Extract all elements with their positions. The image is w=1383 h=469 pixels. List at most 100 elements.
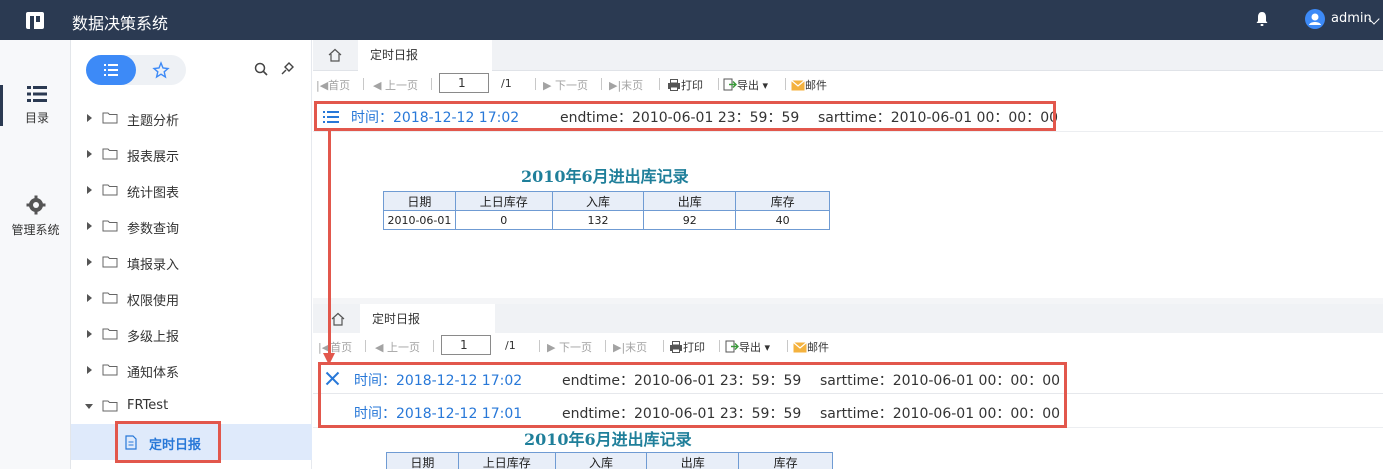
caret-right-icon[interactable] [87,258,92,266]
tree-label: 填报录入 [127,258,180,273]
next-page-button[interactable]: ▶ 下一页 [547,339,592,355]
table-cell: 132 [551,210,645,230]
prev-page-button[interactable]: ◀ 上一页 [375,339,420,355]
table-header: 日期 [383,191,456,211]
search-icon[interactable] [254,62,268,76]
table-header: 库存 [738,452,833,469]
pin-icon[interactable] [280,62,294,76]
tree-folder[interactable]: 权限使用 [71,280,312,316]
list-icon [27,86,47,102]
export-icon [723,78,737,91]
printer-icon [668,79,680,91]
list-view-button[interactable] [86,55,136,85]
tab-scheduled-report[interactable]: 定时日报 [360,304,495,335]
rail-item-directory[interactable]: 目录 [0,85,71,126]
app-title: 数据决策系统 [72,14,169,33]
caret-down-icon[interactable] [85,404,93,409]
highlight-box [318,362,1067,428]
report-title: 2010年6月进出库记录 [524,430,692,449]
tree-folder[interactable]: 参数查询 [71,208,312,244]
tree-folder[interactable]: 报表展示 [71,136,312,172]
tab-label: 定时日报 [372,312,421,326]
caret-right-icon[interactable] [87,114,92,122]
page-number-input[interactable]: 1 [439,73,489,93]
tree-label: 报表展示 [127,150,180,165]
annotation-arrow [328,128,331,358]
table-row: 2010-06-01 0 132 92 40 [383,210,830,230]
home-icon[interactable] [328,48,342,62]
table-header: 库存 [735,191,830,211]
tab-scheduled-report[interactable]: 定时日报 [358,40,492,71]
rail-label: 管理系统 [11,223,60,237]
table-cell: 40 [735,210,830,230]
tree-label: FRTest [127,398,169,413]
rail-item-admin[interactable]: 管理系统 [0,195,71,238]
next-page-button[interactable]: ▶ 下一页 [543,77,588,93]
print-button[interactable]: 打印 [669,339,705,355]
print-button[interactable]: 打印 [667,77,703,93]
mail-button[interactable]: 邮件 [791,77,827,93]
view-toggle [86,55,186,85]
last-page-button[interactable]: ▶|末页 [613,339,647,355]
tree-label: 参数查询 [127,222,180,237]
notification-bell-icon[interactable] [1255,11,1269,27]
prev-page-button[interactable]: ◀ 上一页 [373,77,418,93]
tree-folder[interactable]: 统计图表 [71,172,312,208]
export-icon [725,340,739,353]
caret-right-icon[interactable] [87,366,92,374]
folder-icon [102,148,118,160]
export-button[interactable]: 导出 ▾ [725,339,770,355]
arrow-head-icon [323,353,335,365]
report-table: 日期 上日库存 入库 出库 库存 2010-06-01 0 132 92 40 [383,191,830,230]
tree-label: 统计图表 [127,186,180,201]
tree-label: 主题分析 [127,114,180,129]
top-header: 数据决策系统 admin [0,0,1383,40]
tree-label: 多级上报 [127,330,180,345]
caret-right-icon[interactable] [87,222,92,230]
mail-icon [791,80,805,91]
caret-right-icon[interactable] [87,294,92,302]
home-icon[interactable] [331,312,345,326]
tab-bar: 定时日报 [313,40,1383,71]
folder-icon [102,292,118,304]
rail-label: 目录 [24,111,49,125]
table-header: 上日库存 [457,452,556,469]
list-icon [104,64,118,76]
report-title: 2010年6月进出库记录 [521,167,689,186]
left-rail: 目录 管理系统 [0,40,71,469]
tree-label: 通知体系 [127,366,180,381]
last-page-button[interactable]: ▶|末页 [609,77,643,93]
table-cell: 92 [643,210,737,230]
caret-right-icon[interactable] [87,150,92,158]
folder-icon [102,364,118,376]
table-header: 日期 [386,452,459,469]
folder-icon [102,112,118,124]
tree-folder[interactable]: 填报录入 [71,244,312,280]
favorites-button[interactable] [136,55,186,85]
page-total: /1 [505,339,516,352]
printer-icon [670,341,682,353]
caret-right-icon[interactable] [87,186,92,194]
page-number-input[interactable]: 1 [441,335,491,355]
gear-icon [26,195,45,215]
first-page-button[interactable]: |◀首页 [316,77,350,93]
caret-right-icon[interactable] [87,330,92,338]
report-toolbar: |◀首页 ◀ 上一页 1 /1 ▶ 下一页 ▶|末页 打印 导出 ▾ 邮件 [313,333,1383,359]
tree-folder[interactable]: 主题分析 [71,100,312,136]
table-header: 上日库存 [454,191,553,211]
folder-icon [102,328,118,340]
tree-folder[interactable]: 通知体系 [71,352,312,388]
table-header: 入库 [551,191,645,211]
table-cell: 2010-06-01 [383,210,456,230]
mail-button[interactable]: 邮件 [793,339,829,355]
table-cell: 0 [454,210,553,230]
user-name[interactable]: admin [1331,11,1372,26]
folder-icon [102,184,118,196]
tree-folder-expanded[interactable]: FRTest [71,388,312,424]
export-button[interactable]: 导出 ▾ [723,77,768,93]
highlight-box [314,101,1056,131]
directory-panel: 主题分析 报表展示 统计图表 参数查询 填报录入 权限使用 多级上报 通知体系 [71,40,312,469]
tree-folder[interactable]: 多级上报 [71,316,312,352]
user-avatar-icon[interactable] [1305,9,1325,29]
folder-icon [102,400,118,412]
